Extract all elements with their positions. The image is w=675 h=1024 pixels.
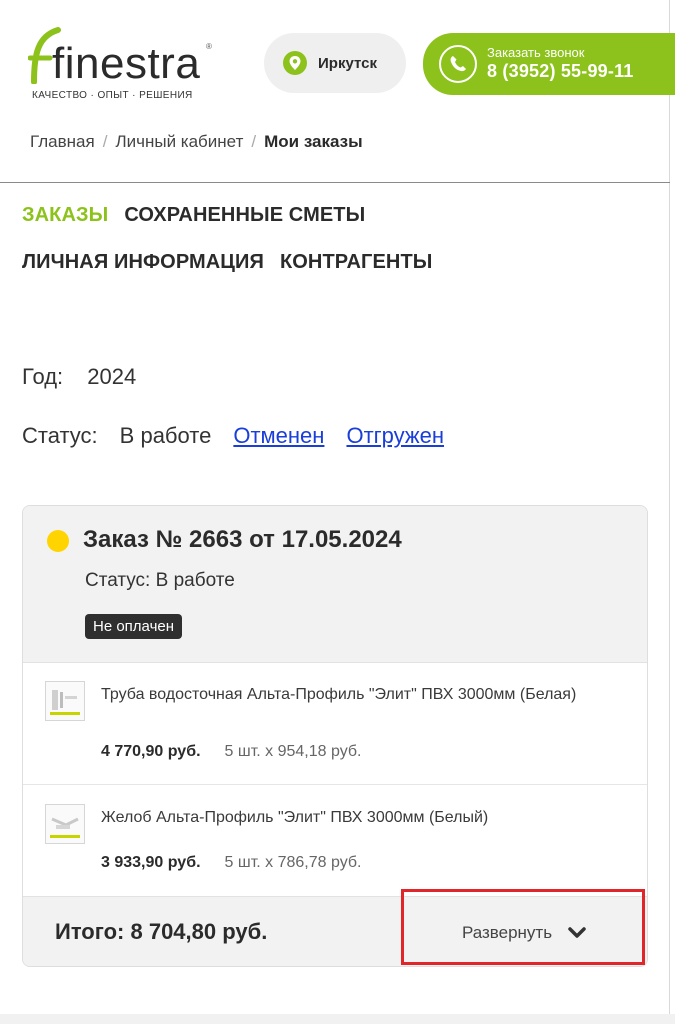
tab-saved-estimates[interactable]: СОХРАНЕННЫЕ СМЕТЫ: [124, 204, 365, 227]
item-sum: 4 770,90 руб.: [101, 743, 201, 760]
order-card-footer: Итого: 8 704,80 руб. Развернуть: [23, 896, 647, 966]
year-value[interactable]: 2024: [87, 364, 136, 389]
expand-order-button[interactable]: Развернуть: [403, 897, 645, 966]
product-thumbnail[interactable]: [45, 804, 85, 844]
finestra-logo[interactable]: finestra ® КАЧЕСТВО · ОПЫТ · РЕШЕНИЯ: [28, 24, 220, 106]
status-link-shipped[interactable]: Отгружен: [346, 423, 444, 449]
order-card-header: Заказ № 2663 от 17.05.2024 Статус: В раб…: [23, 506, 647, 663]
breadcrumb-separator: /: [102, 132, 108, 151]
breadcrumb: Главная / Личный кабинет / Мои заказы: [30, 132, 363, 152]
breadcrumb-home[interactable]: Главная: [30, 132, 95, 152]
expand-label: Развернуть: [461, 923, 553, 942]
item-sum: 3 933,90 руб.: [101, 854, 201, 871]
order-card: Заказ № 2663 от 17.05.2024 Статус: В раб…: [22, 505, 648, 967]
year-label: Год:: [22, 364, 64, 389]
city-selector-button[interactable]: Иркутск: [264, 33, 406, 93]
phone-icon: [439, 45, 477, 83]
call-text: Заказать звонок 8 (3952) 55-99-11: [487, 45, 634, 82]
logo-wordmark: finestra: [52, 39, 201, 88]
order-item: Желоб Альта-Профиль "Элит" ПВХ 3000мм (Б…: [23, 786, 647, 896]
status-link-cancelled[interactable]: Отменен: [233, 423, 324, 449]
request-call-button[interactable]: Заказать звонок 8 (3952) 55-99-11: [423, 33, 675, 95]
city-label: Иркутск: [318, 54, 377, 72]
item-quantity: 5 шт. x 786,78 руб.: [224, 854, 362, 871]
payment-status-badge: Не оплачен: [85, 614, 183, 639]
registered-mark: ®: [206, 42, 212, 51]
order-item: Труба водосточная Альта-Профиль "Элит" П…: [23, 663, 647, 785]
status-label: Статус:: [22, 423, 98, 448]
tab-orders[interactable]: ЗАКАЗЫ: [22, 204, 108, 227]
site-header: finestra ® КАЧЕСТВО · ОПЫТ · РЕШЕНИЯ Ирк…: [0, 0, 675, 118]
item-quantity: 5 шт. x 954,18 руб.: [224, 743, 362, 760]
tab-row: ЗАКАЗЫ СОХРАНЕННЫЕ СМЕТЫ: [22, 204, 642, 227]
tab-row: ЛИЧНАЯ ИНФОРМАЦИЯ КОНТРАГЕНТЫ: [22, 251, 642, 274]
tab-personal-info[interactable]: ЛИЧНАЯ ИНФОРМАЦИЯ: [22, 251, 264, 274]
account-tabs: ЗАКАЗЫ СОХРАНЕННЫЕ СМЕТЫ ЛИЧНАЯ ИНФОРМАЦ…: [22, 204, 642, 298]
breadcrumb-account[interactable]: Личный кабинет: [115, 132, 243, 152]
item-prices: 4 770,90 руб. 5 шт. x 954,18 руб.: [101, 743, 361, 761]
order-total: Итого: 8 704,80 руб.: [55, 919, 268, 944]
call-phone: 8 (3952) 55-99-11: [487, 61, 634, 82]
breadcrumb-separator: /: [251, 132, 257, 151]
product-name[interactable]: Желоб Альта-Профиль "Элит" ПВХ 3000мм (Б…: [101, 804, 631, 831]
call-label: Заказать звонок: [487, 45, 585, 61]
order-status: Статус: В работе: [85, 570, 235, 591]
bottom-strip: [0, 1014, 675, 1024]
order-title: Заказ № 2663 от 17.05.2024: [83, 526, 402, 553]
status-indicator-icon: [47, 530, 69, 552]
tab-contractors[interactable]: КОНТРАГЕНТЫ: [280, 251, 432, 274]
year-filter: Год: 2024: [22, 364, 136, 390]
page-frame: finestra ® КАЧЕСТВО · ОПЫТ · РЕШЕНИЯ Ирк…: [0, 0, 675, 1024]
product-name[interactable]: Труба водосточная Альта-Профиль "Элит" П…: [101, 681, 631, 708]
status-filter: Статус: В работе Отменен Отгружен: [22, 423, 444, 449]
map-pin-icon: [283, 51, 307, 75]
status-current: В работе: [119, 423, 212, 448]
breadcrumb-current: Мои заказы: [264, 132, 363, 151]
logo-tagline: КАЧЕСТВО · ОПЫТ · РЕШЕНИЯ: [32, 90, 193, 101]
item-prices: 3 933,90 руб. 5 шт. x 786,78 руб.: [101, 854, 361, 872]
chevron-down-icon: [568, 927, 586, 938]
product-thumbnail[interactable]: [45, 681, 85, 721]
header-divider: [0, 182, 670, 183]
